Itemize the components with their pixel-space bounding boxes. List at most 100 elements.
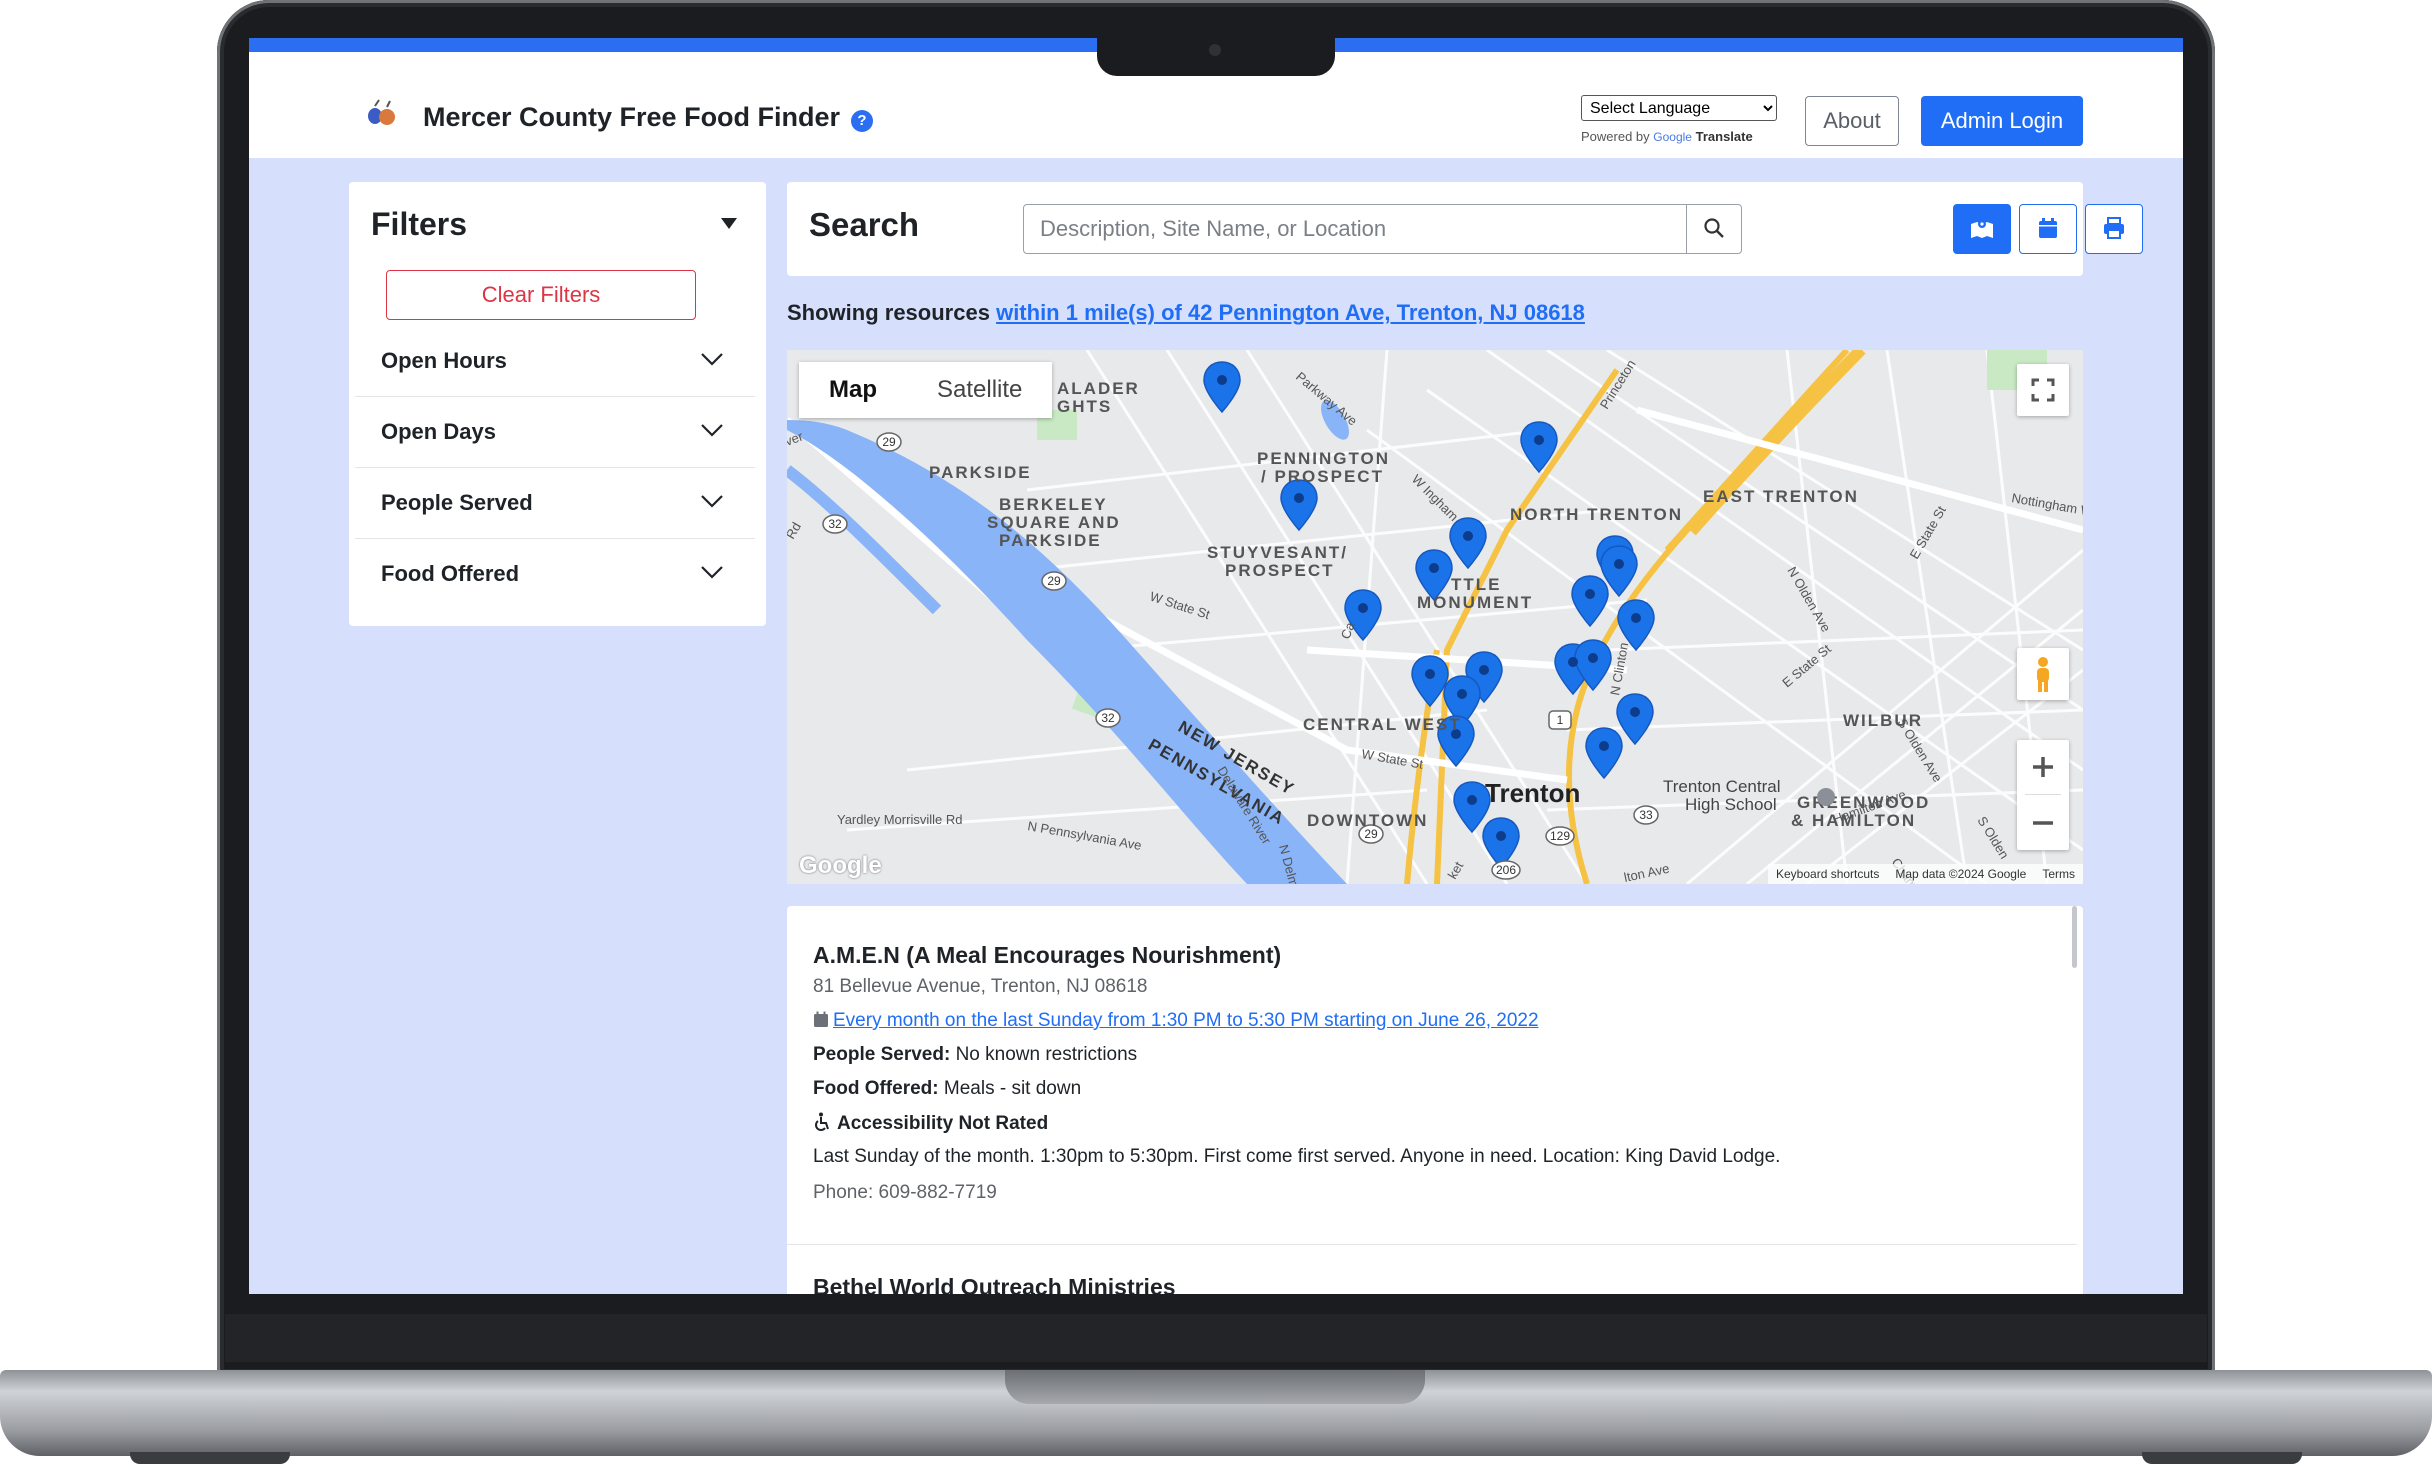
powered-by-text: Powered by bbox=[1581, 129, 1650, 144]
laptop-base-notch bbox=[1005, 1370, 1425, 1404]
fullscreen-button[interactable] bbox=[2017, 364, 2069, 416]
svg-text:/ PROSPECT: / PROSPECT bbox=[1261, 467, 1384, 486]
chevron-down-icon bbox=[701, 495, 723, 508]
results-list: A.M.E.N (A Meal Encourages Nourishment) … bbox=[787, 906, 2083, 1294]
svg-text:29: 29 bbox=[882, 435, 896, 449]
svg-text:GHTS: GHTS bbox=[1057, 397, 1112, 416]
chevron-down-icon bbox=[701, 566, 723, 579]
street-view-pegman[interactable] bbox=[2017, 648, 2069, 700]
language-select[interactable]: Select Language bbox=[1581, 95, 1777, 121]
map-data-attribution: Map data ©2024 Google bbox=[1895, 867, 2027, 881]
svg-text:1: 1 bbox=[1557, 713, 1564, 727]
resource-schedule-link[interactable]: Every month on the last Sunday from 1:30… bbox=[813, 1010, 1539, 1032]
keyboard-shortcuts-link[interactable]: Keyboard shortcuts bbox=[1776, 864, 1879, 884]
screen: Mercer County Free Food Finder ? Select … bbox=[249, 38, 2183, 1294]
app-logo-icon[interactable] bbox=[359, 92, 403, 136]
svg-text:Yardley Morrisville Rd: Yardley Morrisville Rd bbox=[837, 812, 962, 827]
search-input[interactable] bbox=[1023, 204, 1687, 254]
filters-title: Filters bbox=[371, 206, 468, 242]
translate-text: Translate bbox=[1695, 129, 1753, 144]
print-button[interactable] bbox=[2085, 204, 2143, 254]
admin-login-button[interactable]: Admin Login bbox=[1921, 96, 2083, 146]
zoom-controls bbox=[2017, 740, 2069, 850]
printer-icon bbox=[2104, 216, 2124, 239]
filter-open-days[interactable]: Open Days bbox=[355, 397, 755, 468]
zoom-divider bbox=[2025, 794, 2061, 795]
resource-phone: Phone: 609-882-7719 bbox=[813, 1182, 997, 1203]
zoom-out-button[interactable] bbox=[2017, 796, 2069, 850]
accessibility-text: Accessibility Not Rated bbox=[837, 1113, 1049, 1134]
wheelchair-icon bbox=[815, 1112, 829, 1131]
svg-text:ALADER: ALADER bbox=[1057, 379, 1140, 398]
map-footer: Keyboard shortcuts Map data ©2024 Google… bbox=[1768, 864, 2083, 884]
svg-text:PENNINGTON: PENNINGTON bbox=[1257, 449, 1390, 468]
about-button[interactable]: About bbox=[1805, 96, 1899, 146]
svg-text:CENTRAL WEST: CENTRAL WEST bbox=[1303, 715, 1462, 734]
calendar-view-button[interactable] bbox=[2019, 204, 2077, 254]
svg-text:PARKSIDE: PARKSIDE bbox=[999, 531, 1102, 550]
filter-people-served[interactable]: People Served bbox=[355, 468, 755, 539]
calendar-icon bbox=[2039, 217, 2057, 238]
svg-text:EAST TRENTON: EAST TRENTON bbox=[1703, 487, 1859, 506]
map-view[interactable]: 29 32 29 32 1 29 129 33 206 ALADER GHTS … bbox=[787, 350, 2083, 884]
map-tab-satellite[interactable]: Satellite bbox=[907, 362, 1052, 418]
resource-name[interactable]: Bethel World Outreach Ministries bbox=[813, 1274, 1176, 1294]
chevron-down-icon bbox=[701, 353, 723, 366]
filter-label: Open Days bbox=[381, 419, 496, 444]
svg-text:High School: High School bbox=[1685, 795, 1777, 814]
clear-filters-button[interactable]: Clear Filters bbox=[386, 270, 696, 320]
people-served-label: People Served: bbox=[813, 1044, 951, 1065]
svg-text:DOWNTOWN: DOWNTOWN bbox=[1307, 811, 1428, 830]
search-icon bbox=[1704, 217, 1724, 238]
svg-text:SQUARE AND: SQUARE AND bbox=[987, 513, 1121, 532]
results-summary-prefix: Showing resources bbox=[787, 300, 990, 325]
svg-text:32: 32 bbox=[1101, 711, 1115, 725]
filter-open-hours[interactable]: Open Hours bbox=[355, 326, 755, 397]
map-icon bbox=[1971, 219, 1993, 238]
app-title: Mercer County Free Food Finder bbox=[423, 102, 841, 132]
svg-text:29: 29 bbox=[1047, 574, 1061, 588]
map-tab-map[interactable]: Map bbox=[799, 362, 907, 418]
filter-food-offered[interactable]: Food Offered bbox=[355, 539, 755, 609]
filters-collapse-caret-icon[interactable] bbox=[721, 218, 737, 229]
help-icon[interactable]: ? bbox=[851, 110, 873, 132]
resource-people-served: People Served: No known restrictions bbox=[813, 1044, 1137, 1066]
svg-text:TTLE: TTLE bbox=[1451, 575, 1502, 594]
result-divider bbox=[787, 1244, 2077, 1245]
google-logo: Google bbox=[799, 852, 882, 879]
results-scrollbar[interactable] bbox=[2072, 906, 2077, 968]
filter-label: Open Hours bbox=[381, 348, 507, 373]
search-title: Search bbox=[809, 206, 920, 243]
svg-text:129: 129 bbox=[1550, 829, 1570, 843]
calendar-icon bbox=[814, 1011, 828, 1027]
svg-text:NORTH TRENTON: NORTH TRENTON bbox=[1510, 505, 1683, 524]
map-canvas[interactable]: 29 32 29 32 1 29 129 33 206 ALADER GHTS … bbox=[787, 350, 2083, 884]
plus-icon bbox=[2033, 757, 2053, 777]
svg-text:Trenton: Trenton bbox=[1485, 778, 1580, 808]
results-summary: Showing resources within 1 mile(s) of 42… bbox=[787, 300, 1585, 326]
resource-description: Last Sunday of the month. 1:30pm to 5:30… bbox=[813, 1146, 1781, 1167]
powered-by-google-translate[interactable]: Powered by Google Translate bbox=[1581, 129, 1753, 144]
resource-name[interactable]: A.M.E.N (A Meal Encourages Nourishment) bbox=[813, 942, 1281, 969]
filter-label: Food Offered bbox=[381, 561, 520, 586]
search-button[interactable] bbox=[1686, 204, 1742, 254]
fullscreen-icon bbox=[2031, 378, 2055, 402]
map-view-button[interactable] bbox=[1953, 204, 2011, 254]
google-wordmark: Google bbox=[1653, 130, 1692, 144]
svg-text:BERKELEY: BERKELEY bbox=[999, 495, 1108, 514]
resource-food-offered: Food Offered: Meals - sit down bbox=[813, 1078, 1081, 1100]
terms-link[interactable]: Terms bbox=[2042, 864, 2075, 884]
svg-text:33: 33 bbox=[1639, 808, 1653, 822]
zoom-in-button[interactable] bbox=[2017, 740, 2069, 794]
chevron-down-icon bbox=[701, 424, 723, 437]
camera-icon bbox=[1209, 44, 1221, 56]
map-type-tabs: Map Satellite bbox=[799, 362, 1053, 418]
svg-text:206: 206 bbox=[1496, 863, 1516, 877]
food-offered-label: Food Offered: bbox=[813, 1078, 939, 1099]
svg-text:STUYVESANT/: STUYVESANT/ bbox=[1207, 543, 1348, 562]
laptop-chin bbox=[225, 1314, 2207, 1362]
distance-location-link[interactable]: within 1 mile(s) of 42 Pennington Ave, T… bbox=[996, 300, 1585, 325]
filter-label: People Served bbox=[381, 490, 533, 515]
food-offered-value: Meals - sit down bbox=[943, 1078, 1082, 1099]
laptop-foot-left bbox=[130, 1452, 290, 1464]
